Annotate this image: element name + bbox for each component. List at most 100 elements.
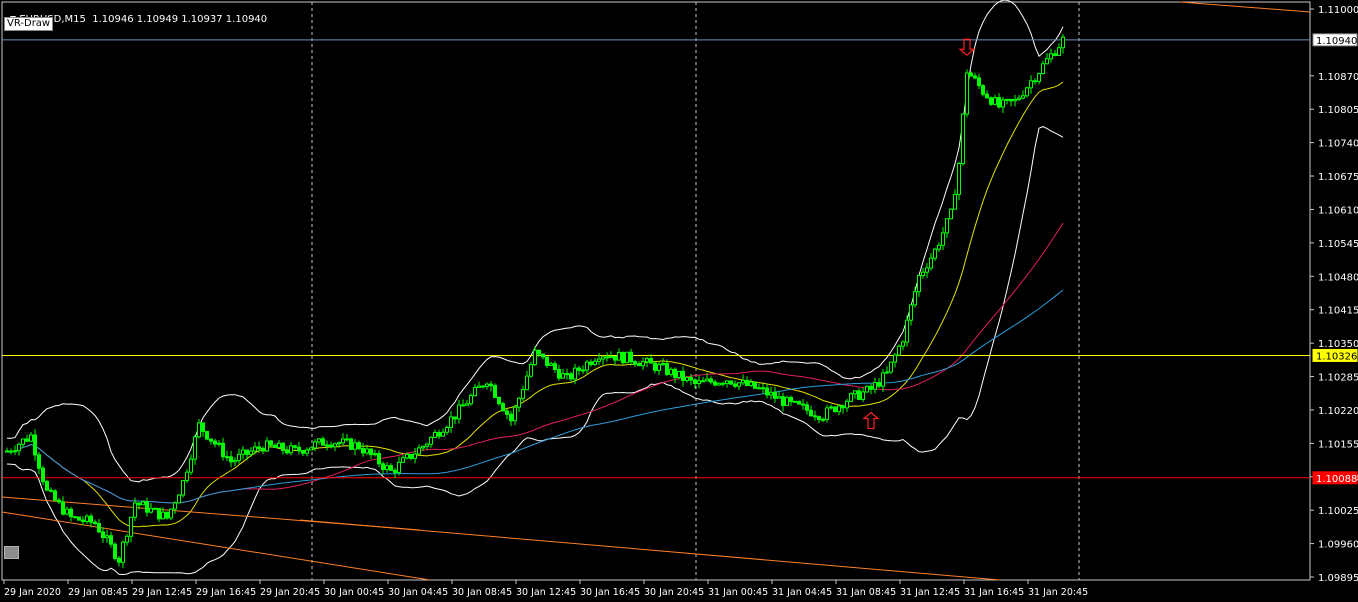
candle-body — [229, 456, 233, 463]
candle-body — [477, 385, 481, 389]
candle-body — [553, 363, 557, 370]
candle-body — [485, 383, 489, 387]
candle-body — [541, 353, 545, 358]
candle-body — [781, 396, 785, 407]
candle-body — [465, 403, 469, 406]
candle-body — [489, 383, 493, 387]
price-tick-label: 1.09960 — [1318, 540, 1358, 551]
candle-body — [957, 163, 961, 195]
candle-body — [225, 456, 229, 459]
candle-body — [509, 413, 513, 422]
candle-body — [761, 387, 765, 390]
candle-body — [149, 507, 153, 513]
candle-body — [829, 406, 833, 409]
candle-body — [801, 403, 805, 406]
candle-body — [409, 453, 413, 459]
candle-body — [585, 361, 589, 371]
candle-body — [153, 507, 157, 510]
candle-body — [629, 351, 633, 363]
candle-body — [161, 511, 165, 520]
candle-body — [909, 304, 913, 321]
time-tick-label: 29 Jan 20:45 — [260, 587, 320, 598]
time-tick-label: 29 Jan 12:45 — [132, 587, 192, 598]
candle-body — [573, 367, 577, 380]
candle-body — [701, 380, 705, 383]
candle-body — [213, 440, 217, 445]
candle-body — [461, 404, 465, 407]
time-tick-label: 30 Jan 20:45 — [644, 587, 704, 598]
candle-body — [769, 391, 773, 396]
candle-body — [1021, 95, 1025, 99]
candle-body — [157, 507, 161, 520]
candle-body — [889, 361, 893, 373]
candle-body — [565, 373, 569, 376]
candle-body — [321, 438, 325, 446]
candle-body — [497, 396, 501, 405]
candle-body — [849, 393, 853, 402]
candle-body — [285, 449, 289, 454]
candle-body — [329, 444, 333, 448]
candle-body — [845, 400, 849, 409]
price-tick-label: 1.10740 — [1318, 139, 1358, 150]
candle-body — [861, 391, 865, 400]
candle-body — [621, 351, 625, 364]
price-tick-label: 1.11000 — [1318, 5, 1358, 16]
time-tick-label: 31 Jan 08:45 — [836, 587, 896, 598]
candle-body — [261, 447, 265, 452]
candle-body — [457, 404, 461, 420]
candle-body — [289, 445, 293, 454]
candle-body — [689, 376, 693, 381]
candle-body — [705, 378, 709, 382]
candle-body — [77, 516, 81, 521]
candle-body — [661, 363, 665, 366]
candle-body — [349, 438, 353, 450]
candle-body — [1005, 98, 1009, 101]
candle-body — [977, 77, 981, 87]
candle-body — [1001, 99, 1005, 108]
candle-body — [905, 319, 909, 343]
candle-body — [537, 349, 541, 355]
candle-body — [717, 382, 721, 386]
candle-body — [865, 385, 869, 393]
candle-body — [709, 378, 713, 383]
candle-body — [481, 385, 485, 388]
signal-arrows — [862, 38, 976, 430]
candle-body — [569, 373, 573, 380]
candle-body — [753, 381, 757, 389]
candle-body — [853, 390, 857, 395]
candle-body — [501, 403, 505, 412]
price-tick-label: 1.09895 — [1318, 573, 1358, 584]
price-chart[interactable]: 1.11000 1.10870 1.10805 1.10740 1.10675 1.106… — [0, 0, 1358, 602]
candle-body — [125, 535, 129, 543]
vr-draw-button[interactable]: VR-Draw — [4, 17, 54, 31]
candle-body — [893, 354, 897, 363]
time-tick-label: 31 Jan 12:45 — [900, 587, 960, 598]
candle-body — [357, 442, 361, 449]
candle-body — [237, 453, 241, 461]
candle-body — [577, 367, 581, 371]
candle-body — [1061, 36, 1065, 49]
candle-body — [437, 432, 441, 437]
candle-body — [809, 409, 813, 417]
candle-body — [473, 387, 477, 397]
candle-body — [433, 432, 437, 438]
candle-body — [933, 248, 937, 259]
candle-body — [369, 448, 373, 456]
candle-body — [1057, 47, 1061, 56]
candle-body — [841, 405, 845, 409]
bollinger-upper — [6, 0, 1064, 483]
price-tick-label: 1.10870 — [1318, 72, 1358, 83]
candle-body — [605, 356, 609, 359]
candle-body — [937, 244, 941, 250]
candle-body — [729, 380, 733, 385]
candle-body — [929, 257, 933, 269]
ma-slow-line — [6, 289, 1064, 504]
candle-body — [533, 349, 537, 366]
candle-body — [145, 501, 149, 513]
time-tick-label: 31 Jan 16:45 — [964, 587, 1024, 598]
candle-body — [181, 480, 185, 496]
candle-body — [133, 502, 137, 518]
price-tick-label: 1.10675 — [1318, 172, 1358, 183]
candle-body — [61, 501, 65, 515]
gray-square-icon[interactable] — [4, 546, 19, 559]
